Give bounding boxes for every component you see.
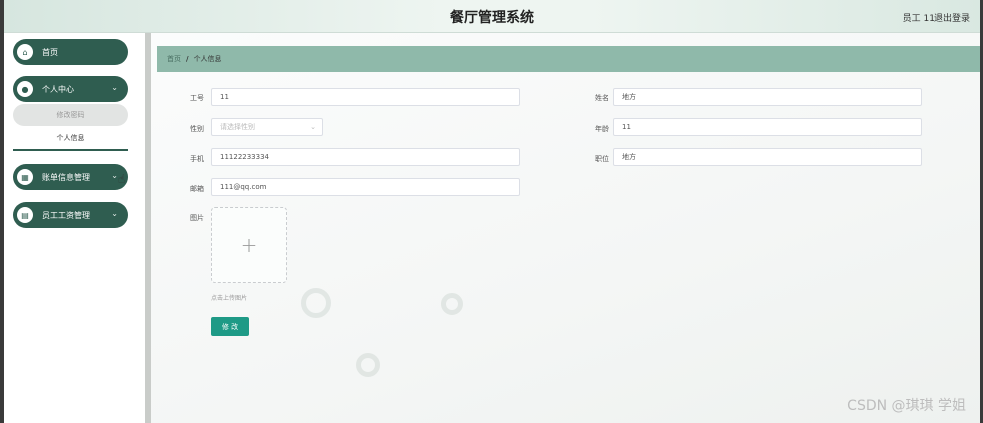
breadcrumb-separator: / xyxy=(186,55,189,63)
home-icon: ⌂ xyxy=(17,44,33,60)
grid-icon: ▦ xyxy=(17,169,33,185)
chevron-down-icon: ⌄ xyxy=(310,123,316,131)
main-content: 首页 / 个人信息 工号 11 姓名 地方 性别 请选择性别 ⌄ 年龄 11 手… xyxy=(151,33,980,423)
sidebar-item-label: 账单信息管理 xyxy=(42,172,90,182)
plus-icon: + xyxy=(240,233,258,257)
sidebar-item-salary-management[interactable]: ▤ 员工工资管理 ⌄ xyxy=(13,202,128,228)
watermark: CSDN @琪琪 学姐 xyxy=(847,398,966,414)
chevron-down-icon: ⌄ xyxy=(111,171,118,180)
top-header: 餐厅管理系统 员工 11 退出登录 xyxy=(4,0,980,33)
sidebar: ⌂ 首页 ● 个人中心 ⌄ 修改密码 个人信息 ▦ 账单信息管理 ⌄ ▤ 员工工… xyxy=(4,33,145,423)
name-field[interactable]: 地方 xyxy=(613,88,922,106)
decor-ring xyxy=(356,353,380,377)
phone-field[interactable]: 11122233334 xyxy=(211,148,520,166)
logout-link[interactable]: 退出登录 xyxy=(934,11,970,24)
image-label: 图片 xyxy=(190,214,204,222)
image-upload[interactable]: + xyxy=(211,207,287,283)
sidebar-item-label: 个人中心 xyxy=(42,84,74,94)
position-label: 职位 xyxy=(595,155,609,163)
email-field[interactable]: 111@qq.com xyxy=(211,178,520,196)
decor-ring xyxy=(441,293,463,315)
sidebar-subitem-change-password[interactable]: 修改密码 xyxy=(13,104,128,126)
age-field[interactable]: 11 xyxy=(613,118,922,136)
phone-label: 手机 xyxy=(190,155,204,163)
gender-select-placeholder: 请选择性别 xyxy=(220,123,255,131)
position-field[interactable]: 地方 xyxy=(613,148,922,166)
user-icon: ● xyxy=(17,81,33,97)
sidebar-item-home[interactable]: ⌂ 首页 xyxy=(13,39,128,65)
gender-select[interactable]: 请选择性别 ⌄ xyxy=(211,118,323,136)
breadcrumb-home[interactable]: 首页 xyxy=(167,54,181,64)
gender-label: 性别 xyxy=(190,125,204,133)
sidebar-item-label: 员工工资管理 xyxy=(42,210,90,220)
decor-ring xyxy=(301,288,331,318)
sidebar-item-label: 首页 xyxy=(42,47,58,57)
sidebar-subitem-personal-info[interactable]: 个人信息 xyxy=(13,133,128,151)
email-label: 邮箱 xyxy=(190,185,204,193)
list-icon: ▤ xyxy=(17,207,33,223)
chevron-down-icon: ⌄ xyxy=(111,209,118,218)
job-no-field[interactable]: 11 xyxy=(211,88,520,106)
breadcrumb-current: 个人信息 xyxy=(193,55,222,63)
app-title: 餐厅管理系统 xyxy=(450,10,534,26)
current-user: 员工 11 xyxy=(902,14,935,24)
upload-tip: 点击上传图片 xyxy=(211,295,248,302)
submit-button[interactable]: 修 改 xyxy=(211,317,249,336)
job-no-label: 工号 xyxy=(190,94,204,102)
sidebar-item-bill-management[interactable]: ▦ 账单信息管理 ⌄ xyxy=(13,164,128,190)
name-label: 姓名 xyxy=(595,94,609,102)
age-label: 年龄 xyxy=(595,125,609,133)
sidebar-item-personal-center[interactable]: ● 个人中心 ⌄ xyxy=(13,76,128,102)
chevron-down-icon: ⌄ xyxy=(111,83,118,92)
hand-cursor-icon: ☝ xyxy=(118,172,126,186)
breadcrumb: 首页 / 个人信息 xyxy=(157,46,980,72)
